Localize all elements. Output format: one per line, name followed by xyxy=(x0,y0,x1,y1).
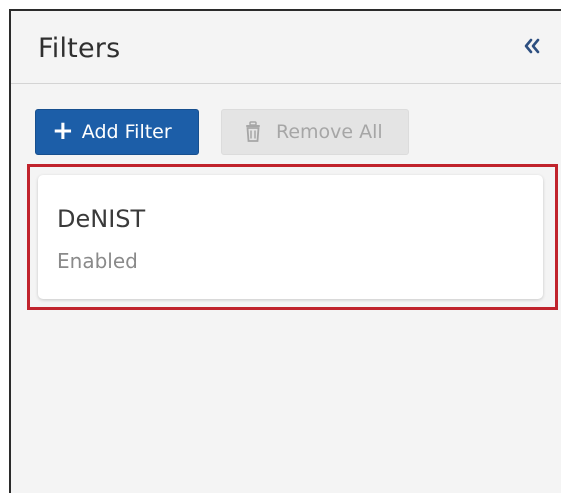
collapse-panel-button[interactable] xyxy=(521,35,543,57)
filter-status: Enabled xyxy=(57,249,138,273)
trash-icon xyxy=(244,121,262,143)
filter-name: DeNIST xyxy=(57,205,146,233)
panel-title: Filters xyxy=(38,33,121,64)
double-chevron-left-icon xyxy=(524,38,540,54)
remove-all-label: Remove All xyxy=(276,121,383,143)
remove-all-button[interactable]: Remove All xyxy=(221,109,409,155)
add-filter-label: Add Filter xyxy=(81,121,172,143)
filters-panel: Filters + Add Filter Remove All DeNIST E… xyxy=(9,9,561,493)
plus-icon: + xyxy=(52,116,74,146)
panel-header: Filters xyxy=(11,11,561,84)
add-filter-button[interactable]: + Add Filter xyxy=(35,109,199,155)
filter-card-denist[interactable]: DeNIST Enabled xyxy=(38,175,543,299)
